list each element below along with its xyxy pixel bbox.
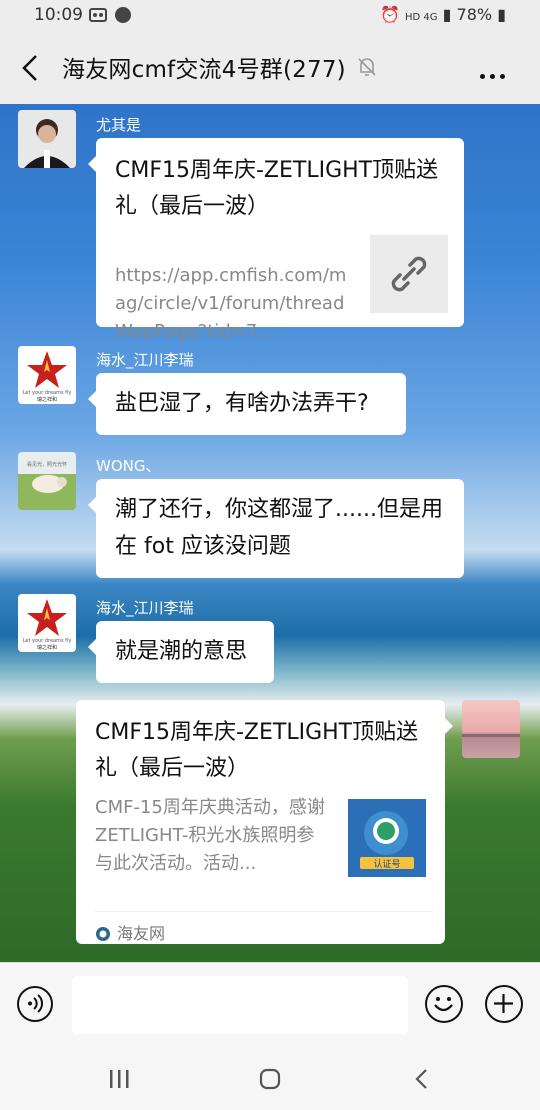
battery-icon: ▮ (497, 5, 506, 24)
input-bar (0, 962, 540, 1047)
add-button[interactable] (485, 985, 523, 1023)
plus-icon (494, 994, 513, 1013)
message-bubble[interactable]: 就是潮的意思 (88, 621, 274, 683)
link-source: 海友网 (95, 920, 165, 944)
back-button[interactable] (18, 52, 46, 84)
mute-icon (356, 56, 378, 82)
link-thumbnail (370, 235, 448, 313)
sender-name: 海水_江川李瑞 (96, 599, 194, 617)
emoji-button[interactable] (425, 985, 463, 1023)
signal-icon: ▮ (442, 5, 452, 24)
network-indicator: HD 4G (405, 12, 438, 23)
message-text: 就是潮的意思 (115, 639, 248, 664)
recents-icon (110, 1070, 129, 1088)
home-button[interactable] (259, 1068, 281, 1094)
battery-level: 78% (456, 5, 493, 24)
divider (95, 911, 433, 912)
link-card[interactable]: CMF15周年庆-ZETLIGHT顶贴送礼（最后一波） https://app.… (88, 138, 464, 342)
status-right: ⏰ HD 4G ▮ 78% ▮ (380, 5, 506, 24)
link-thumbnail: 认证号 (348, 799, 426, 877)
link-card[interactable]: CMF15周年庆-ZETLIGHT顶贴送礼（最后一波） CMF-15周年庆典活动… (76, 700, 453, 944)
message-text: 潮了还行，你这都湿了......但是用在 fot 应该没问题 (115, 497, 443, 559)
sender-name: WONG、 (96, 457, 161, 475)
svg-text:Let your dreams fly: Let your dreams fly (23, 638, 72, 644)
message-input[interactable] (72, 976, 408, 1034)
avatar[interactable] (18, 110, 76, 168)
avatar-self[interactable] (462, 700, 520, 758)
link-title: CMF15周年庆-ZETLIGHT顶贴送礼（最后一波） (115, 158, 439, 219)
svg-text:Let your dreams fly: Let your dreams fly (23, 390, 72, 396)
status-bar: 10:09 ⏰ HD 4G ▮ 78% ▮ (0, 0, 540, 32)
status-app-icons (88, 6, 148, 31)
message-text: 盐巴湿了，有啥办法弄干? (115, 391, 369, 416)
message-bubble[interactable]: 潮了还行，你这都湿了......但是用在 fot 应该没问题 (88, 479, 464, 578)
back-nav-button[interactable] (412, 1068, 432, 1094)
link-url: https://app.cmfish.com/mag/circle/v1/for… (115, 265, 347, 342)
voice-icon (28, 994, 44, 1013)
chevron-left-icon (22, 55, 37, 81)
sender-name: 尤其是 (96, 116, 142, 134)
status-time: 10:09 (34, 5, 83, 25)
chat-header: 海友网cmf交流4号群(277) (0, 32, 540, 104)
more-options-button[interactable] (480, 64, 510, 83)
smiley-icon (434, 997, 453, 1012)
sender-name: 海水_江川李瑞 (96, 351, 194, 369)
avatar[interactable]: Let your dreams fly 瑞之祥和 (18, 594, 76, 652)
svg-text:瑞之祥和: 瑞之祥和 (37, 396, 57, 403)
voice-button[interactable] (17, 986, 53, 1022)
chat-area[interactable]: 尤其是 CMF15周年庆-ZETLIGHT顶贴送礼（最后一波） https://… (0, 104, 540, 962)
svg-text:认证号: 认证号 (373, 858, 400, 870)
system-nav-bar (0, 1046, 540, 1110)
alarm-icon: ⏰ (380, 5, 400, 24)
link-icon (391, 256, 427, 292)
svg-text:看见光，照光光怀: 看见光，照光光怀 (27, 461, 67, 468)
link-title: CMF15周年庆-ZETLIGHT顶贴送礼（最后一波） (95, 720, 419, 781)
message-bubble[interactable]: 盐巴湿了，有啥办法弄干? (88, 373, 406, 435)
chat-title: 海友网cmf交流4号群(277) (62, 57, 346, 83)
link-source-name: 海友网 (117, 924, 166, 943)
avatar[interactable]: Let your dreams fly 瑞之祥和 (18, 346, 76, 404)
home-icon (259, 1068, 281, 1090)
svg-text:瑞之祥和: 瑞之祥和 (37, 644, 57, 651)
site-logo-icon (96, 927, 110, 941)
link-description: CMF-15周年庆典活动，感谢ZETLIGHT-积光水族照明参与此次活动。活动.… (95, 797, 325, 874)
avatar[interactable]: 看见光，照光光怀 (18, 452, 76, 510)
back-arrow-icon (415, 1069, 427, 1089)
recents-button[interactable] (108, 1068, 132, 1094)
